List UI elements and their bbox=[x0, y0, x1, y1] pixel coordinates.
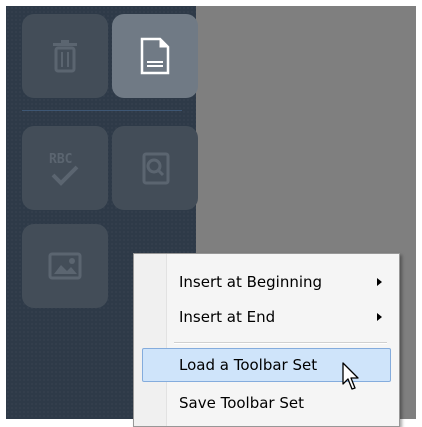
submenu-arrow-icon bbox=[377, 313, 382, 321]
toolbar-divider bbox=[22, 110, 182, 111]
menu-item-label: Load a Toolbar Set bbox=[179, 356, 318, 374]
spellcheck-icon: RBC bbox=[49, 152, 79, 186]
menu-item-label: Save Toolbar Set bbox=[179, 394, 305, 412]
document-icon bbox=[140, 37, 170, 75]
document-tool-button[interactable] bbox=[112, 14, 198, 98]
spellcheck-glyph-text: RBC bbox=[49, 152, 72, 167]
find-icon bbox=[142, 152, 170, 185]
image-tool-button[interactable] bbox=[22, 224, 108, 308]
trash-icon bbox=[53, 40, 77, 73]
menu-separator bbox=[174, 342, 387, 344]
context-menu: Insert at Beginning Insert at End Load a… bbox=[133, 253, 400, 427]
menu-item-insert-at-beginning[interactable]: Insert at Beginning bbox=[142, 265, 391, 299]
menu-item-insert-at-end[interactable]: Insert at End bbox=[142, 300, 391, 334]
spellcheck-tool-button[interactable]: RBC bbox=[22, 126, 108, 210]
arrow-pointer-icon bbox=[342, 362, 359, 390]
image-icon bbox=[48, 252, 82, 280]
delete-tool-button[interactable] bbox=[22, 14, 108, 98]
menu-item-label: Insert at Beginning bbox=[179, 273, 323, 291]
submenu-arrow-icon bbox=[377, 278, 382, 286]
find-tool-button[interactable] bbox=[112, 126, 198, 210]
menu-item-label: Insert at End bbox=[179, 308, 276, 326]
